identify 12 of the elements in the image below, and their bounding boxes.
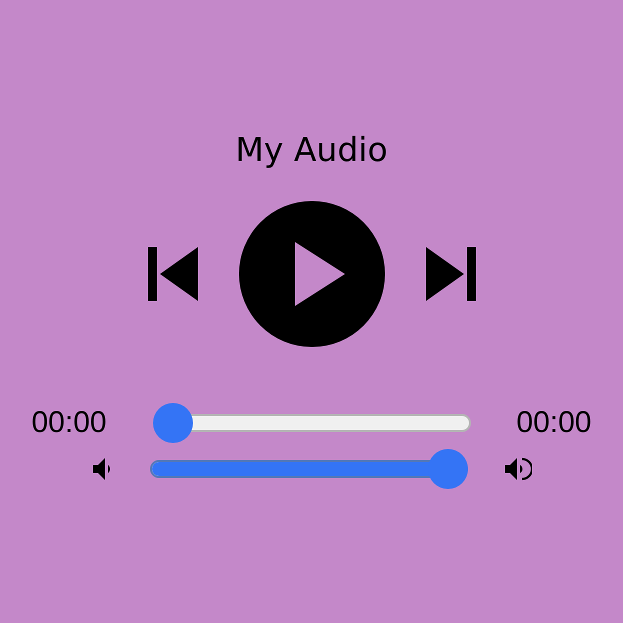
volume-high-icon xyxy=(504,455,532,483)
current-time: 00:00 xyxy=(32,406,107,440)
skip-next-icon xyxy=(424,247,476,301)
audio-title: My Audio xyxy=(235,129,388,171)
skip-previous-icon xyxy=(146,247,198,301)
slider-thumb[interactable] xyxy=(428,449,468,489)
progress-slider[interactable] xyxy=(152,403,470,443)
volume-slider[interactable] xyxy=(150,449,468,489)
next-button[interactable] xyxy=(424,247,476,301)
slider-thumb[interactable] xyxy=(152,403,192,443)
previous-button[interactable] xyxy=(146,247,198,301)
duration-time: 00:00 xyxy=(516,406,592,440)
